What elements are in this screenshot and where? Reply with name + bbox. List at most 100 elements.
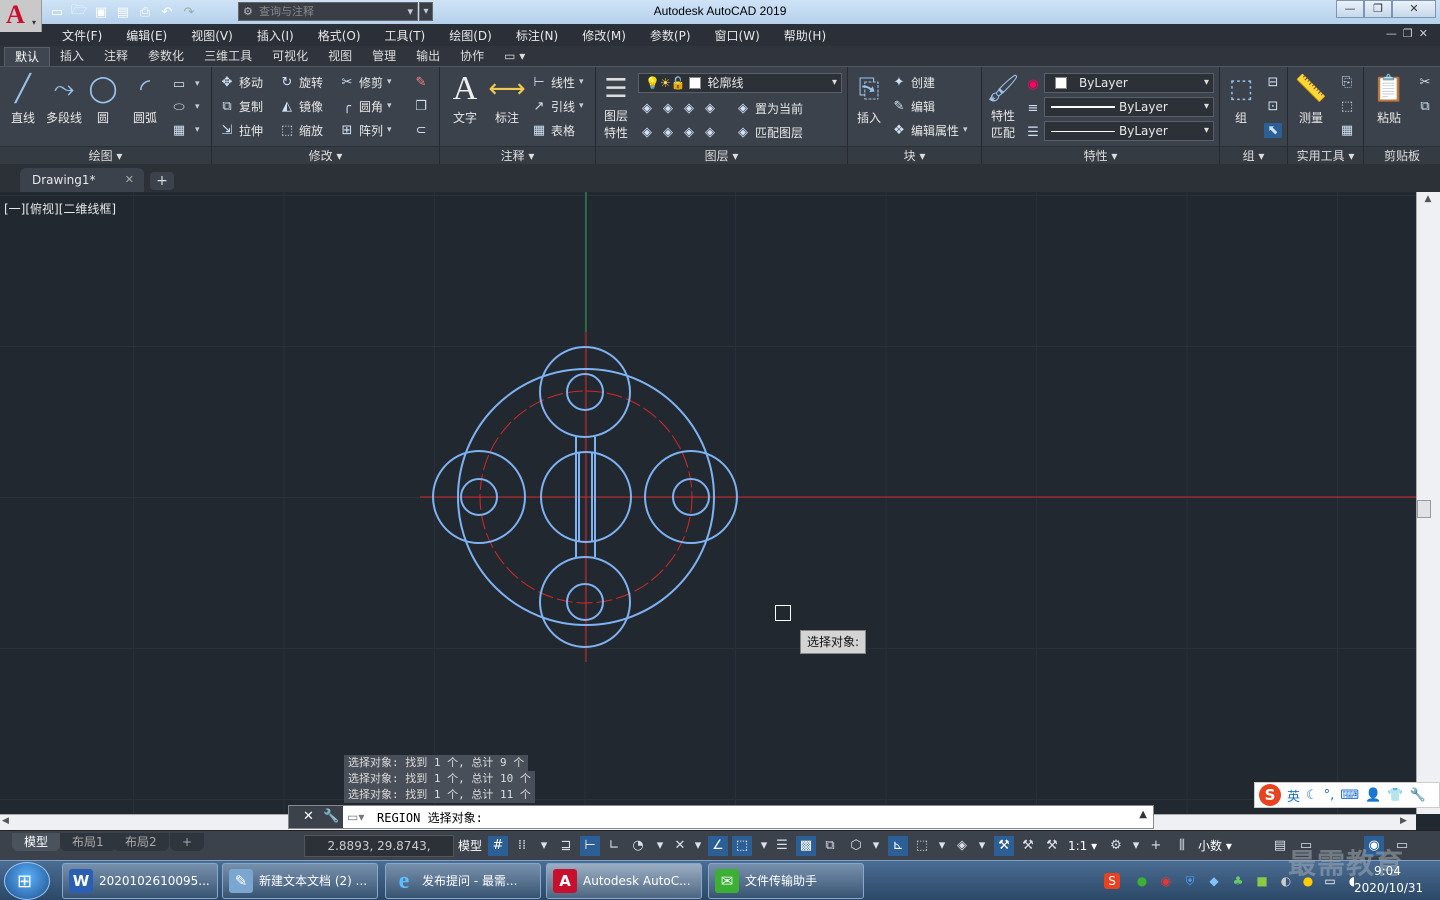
panel-groups-title[interactable]: 组 ▾ [1220, 146, 1287, 164]
command-line[interactable]: ✕ 🔧 ▭▾ REGION 选择对象: ▲ [288, 805, 1154, 829]
panel-properties-title[interactable]: 特性 ▾ [982, 146, 1219, 164]
network-cube-tray-icon[interactable]: ◆ [1206, 873, 1222, 889]
layer-properties-button[interactable]: ☰ 图层 特性 [596, 71, 636, 141]
menu-draw[interactable]: 绘图(D) [437, 27, 504, 44]
group-edit-icon[interactable]: ⊡ [1264, 95, 1285, 117]
hatch-button[interactable]: ▦ ▾ [170, 119, 200, 141]
stretch-button[interactable]: ⇲ 拉伸 [218, 119, 263, 141]
taskbar-item-word[interactable]: W 2020102610095... [62, 863, 218, 899]
panel-layers-title[interactable]: 图层 ▾ [596, 146, 847, 164]
punctuation-icon[interactable]: °, [1324, 788, 1335, 803]
color-wheel-icon[interactable]: ◉ [1024, 73, 1045, 95]
wrench-settings-icon[interactable]: 🔧 [1409, 788, 1425, 803]
quick-properties-icon[interactable]: ▤ [1270, 836, 1290, 856]
tab-visualize[interactable]: 可视化 [262, 47, 318, 66]
taskbar-item-wechat[interactable]: ✉ 文件传输助手 [708, 863, 864, 899]
menu-edit[interactable]: 编辑(E) [114, 27, 179, 44]
isodraft-dropdown-icon[interactable]: ▾ [688, 836, 708, 856]
cut-icon[interactable]: ✂ [1416, 71, 1437, 93]
move-button[interactable]: ✥ 移动 [218, 71, 263, 93]
menu-file[interactable]: 文件(F) [50, 27, 114, 44]
workspace-gear-icon[interactable]: ⚙ [1106, 836, 1126, 856]
menu-help[interactable]: 帮助(H) [772, 27, 838, 44]
tab-output[interactable]: 输出 [406, 47, 450, 66]
moon-icon[interactable]: ☾ [1306, 788, 1318, 803]
sogou-tray-icon[interactable]: S [1104, 873, 1120, 889]
edit-block-button[interactable]: ✎ 编辑 [890, 95, 935, 117]
panel-annotation-title[interactable]: 注释 ▾ [440, 146, 595, 164]
clock-time[interactable]: 9:04 [1374, 864, 1401, 878]
panel-utilities-title[interactable]: 实用工具 ▾ [1288, 146, 1363, 164]
units-dropdown[interactable]: 小数 ▾ [1198, 836, 1268, 856]
autocad-logo-icon[interactable]: A ▾ [0, 0, 42, 32]
shirt-icon[interactable]: 👕 [1387, 788, 1403, 803]
arc-button[interactable]: ◜ 圆弧 [124, 71, 166, 126]
text-button[interactable]: A 文字 [444, 70, 486, 126]
ribbon-toggle-icon[interactable]: ▭ ▾ [494, 47, 535, 66]
gizmo-icon[interactable]: ◈ [952, 836, 972, 856]
scale-button[interactable]: ⬚ 缩放 [278, 119, 323, 141]
keyboard-icon[interactable]: ⌨ [1340, 788, 1359, 803]
menu-dimension[interactable]: 标注(N) [504, 27, 570, 44]
model-space-button[interactable]: 模型 [458, 835, 482, 857]
tab-view[interactable]: 视图 [318, 47, 362, 66]
insert-block-button[interactable]: ⎘ 插入 [848, 71, 890, 126]
leaf-tray-icon[interactable]: ♣ [1230, 873, 1246, 889]
erase-button[interactable]: ✎ [412, 71, 433, 93]
menu-tools[interactable]: 工具(T) [373, 27, 438, 44]
user-icon[interactable]: 👤 [1365, 788, 1381, 803]
gizmo-dropdown-icon[interactable]: ▾ [972, 836, 992, 856]
3d-osnap-dropdown-icon[interactable]: ▾ [866, 836, 886, 856]
3d-osnap-icon[interactable]: ⬡ [846, 836, 866, 856]
menu-format[interactable]: 格式(O) [306, 27, 373, 44]
layer-tools-row-1[interactable]: ◈ ◈ ◈ ◈ [638, 97, 722, 119]
select-all-icon[interactable]: ⬚ [1338, 95, 1359, 117]
color-dropdown[interactable]: ByLayer [1044, 73, 1214, 93]
vertical-scroll-thumb[interactable] [1417, 500, 1431, 518]
panel-modify-title[interactable]: 修改 ▾ [212, 146, 439, 164]
polar-dropdown-icon[interactable]: ▾ [650, 836, 670, 856]
dimension-button[interactable]: ⟷ 标注 [486, 71, 528, 126]
polyline-button[interactable]: ⤳ 多段线 [42, 71, 86, 126]
edit-attributes-button[interactable]: ❖ 编辑属性 ▾ [890, 119, 967, 141]
close-tab-icon[interactable]: ✕ [125, 168, 134, 192]
menu-view[interactable]: 视图(V) [179, 27, 245, 44]
tab-home[interactable]: 默认 [4, 47, 51, 66]
scroll-up-icon[interactable]: ▲ [1416, 194, 1440, 208]
command-prompt-icon[interactable]: ▭▾ [347, 810, 364, 824]
circle-button[interactable]: ◯ 圆 [82, 71, 124, 126]
layout-tab-1[interactable]: 布局1 [60, 833, 116, 851]
panel-clipboard-title[interactable]: 剪贴板 [1364, 146, 1440, 164]
rectangle-button[interactable]: ▭ ▾ [170, 73, 200, 95]
start-button[interactable]: ⊞ [4, 862, 50, 900]
copy-button[interactable]: ⧉ 复制 [218, 95, 263, 117]
set-current-button[interactable]: ◈ 置为当前 [734, 97, 803, 119]
units-icon[interactable]: ⫼ [1172, 836, 1192, 856]
tab-insert[interactable]: 插入 [50, 47, 94, 66]
new-tab-button[interactable]: + [150, 172, 174, 190]
menu-parametric[interactable]: 参数(P) [638, 27, 703, 44]
layer-dropdown[interactable]: 💡☀🔓 轮廓线 [638, 73, 842, 93]
group-button[interactable]: ⬚ 组 [1220, 71, 1262, 126]
taskbar-item-notepad[interactable]: ✎ 新建文本文档 (2) ... [222, 863, 378, 899]
wechat-tray-icon[interactable]: ● [1134, 873, 1150, 889]
group-select-icon[interactable]: ⬉ [1264, 119, 1285, 141]
add-layout-button[interactable]: + [170, 833, 205, 851]
clock-date[interactable]: 2020/10/31 [1354, 881, 1423, 895]
workspace-dropdown-icon[interactable]: ▾ [1126, 836, 1146, 856]
selection-cycling-icon[interactable]: ⧉ [820, 836, 840, 856]
auto-scale-icon[interactable]: ⚒ [1018, 836, 1038, 856]
menu-modify[interactable]: 修改(M) [570, 27, 638, 44]
expand-history-icon[interactable]: ▲ [1139, 809, 1147, 820]
infer-constraints-icon[interactable]: ⊒ [556, 836, 576, 856]
weibo-tray-icon[interactable]: ◉ [1158, 873, 1174, 889]
copy-clip-icon[interactable]: ⧉ [1416, 95, 1437, 117]
layout-tab-2[interactable]: 布局2 [113, 833, 169, 851]
polar-icon[interactable]: ◔ [628, 836, 648, 856]
tab-collaborate[interactable]: 协作 [450, 47, 494, 66]
paste-button[interactable]: 📋 粘贴 [1368, 71, 1410, 126]
maximize-button[interactable]: ❐ [1364, 0, 1392, 18]
lineweight-icon[interactable]: ≡ [1024, 97, 1045, 119]
sogou-icon[interactable]: S [1259, 784, 1281, 806]
security-tray-icon[interactable]: ⛨ [1182, 873, 1198, 889]
